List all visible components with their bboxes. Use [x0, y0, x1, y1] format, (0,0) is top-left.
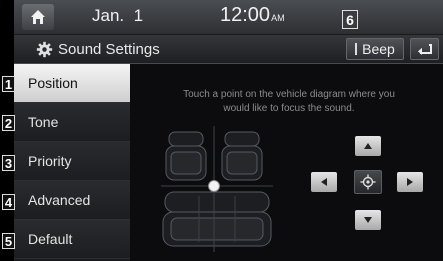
sidebar-item-label: Default: [28, 231, 73, 247]
instruction-line-2: would like to focus the sound.: [223, 103, 355, 114]
callout-6: 6: [342, 10, 358, 29]
sidebar-item-label: Tone: [28, 114, 59, 130]
sidebar-item-position[interactable]: Position: [14, 64, 130, 103]
page-title-text: Sound Settings: [58, 40, 160, 58]
callout-2: 2: [2, 115, 15, 131]
beep-indicator: [355, 43, 358, 55]
sidebar-item-label: Advanced: [28, 192, 91, 208]
up-button[interactable]: [355, 136, 381, 156]
beep-button[interactable]: Beep: [346, 38, 404, 60]
back-button[interactable]: [410, 38, 439, 60]
sidebar-item-default[interactable]: Default: [14, 220, 130, 259]
time-display: 12:00AM: [220, 4, 285, 27]
callout-4: 4: [2, 194, 15, 210]
center-target-icon: [360, 174, 376, 190]
center-button[interactable]: [354, 170, 382, 194]
left-button[interactable]: [311, 172, 337, 192]
home-icon: [31, 10, 45, 24]
time-value: 12:00: [220, 4, 271, 26]
sidebar-item-label: Position: [28, 75, 78, 91]
callout-1: 1: [2, 76, 15, 92]
callout-3: 3: [2, 155, 15, 171]
right-arrow-icon: [407, 178, 413, 186]
status-bar: Jan. 1 12:00AM 6: [14, 0, 443, 35]
ampm-indicator: AM: [271, 13, 285, 23]
title-bar: Sound Settings Beep: [14, 35, 443, 64]
vehicle-seat-diagram[interactable]: [161, 126, 273, 252]
right-button[interactable]: [397, 172, 423, 192]
gear-icon: [36, 41, 53, 57]
down-button[interactable]: [355, 210, 381, 230]
instruction-text: Touch a point on the vehicle diagram whe…: [139, 88, 439, 116]
sidebar-item-tone[interactable]: Tone: [14, 103, 130, 142]
callout-5: 5: [2, 233, 15, 249]
home-button[interactable]: [22, 4, 54, 30]
date-display: Jan. 1: [92, 6, 144, 25]
sidebar-item-priority[interactable]: Priority: [14, 142, 130, 181]
page-title: Sound Settings: [36, 39, 160, 59]
beep-label: Beep: [362, 41, 395, 57]
position-panel: Touch a point on the vehicle diagram whe…: [131, 64, 443, 261]
sidebar-item-label: Priority: [28, 153, 72, 169]
sound-focus-point: [208, 180, 220, 192]
sidebar-item-advanced[interactable]: Advanced: [14, 181, 130, 220]
sidebar-menu: Position Tone Priority Advanced Default: [14, 64, 130, 261]
head-unit-screen: Jan. 1 12:00AM 6 Sound Settings Beep Pos…: [14, 0, 443, 261]
back-icon: [417, 44, 432, 55]
left-arrow-icon: [321, 178, 327, 186]
instruction-line-1: Touch a point on the vehicle diagram whe…: [183, 89, 395, 100]
down-arrow-icon: [364, 217, 372, 223]
up-arrow-icon: [364, 143, 372, 149]
